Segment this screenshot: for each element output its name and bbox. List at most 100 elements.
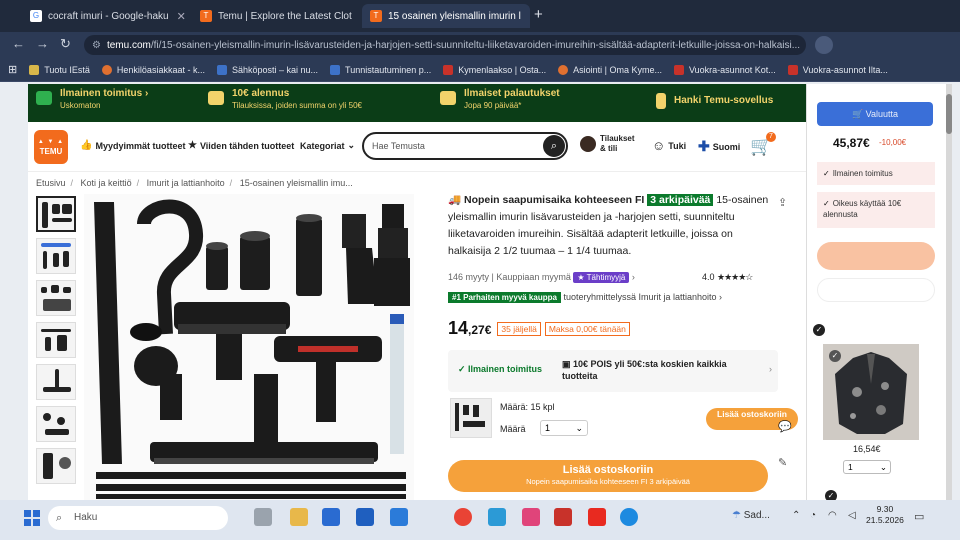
product-thumbnail[interactable] — [36, 280, 76, 316]
shipping-box[interactable]: ✓ Ilmainen toimitus ▣ 10€ POIS yli 50€:s… — [448, 350, 778, 392]
bookmark-item[interactable]: Vuokra-asunnot Kot... — [674, 64, 776, 75]
page-scrollbar[interactable] — [946, 84, 952, 500]
promo-returns[interactable]: Ilmaiset palautukset Jopa 90 päivää* — [440, 88, 560, 110]
breadcrumb-item[interactable]: Imurit ja lattianhoito — [147, 178, 225, 188]
rating[interactable]: 4.0 ★★★★☆ — [702, 272, 753, 283]
product-thumbnail[interactable] — [36, 406, 76, 442]
coupon-icon — [208, 91, 224, 105]
pay-later-badge[interactable]: Maksa 0,00€ tänään — [544, 321, 630, 336]
bookmark-item[interactable]: Kymenlaakso | Osta... — [443, 64, 546, 75]
url-bar[interactable]: ⚙ temu.com/fi/15-osainen-yleismallin-imu… — [84, 35, 806, 55]
weather-widget[interactable]: ☂ Sad... — [732, 510, 770, 521]
quantity-select[interactable]: 1 ⌄ — [540, 420, 588, 436]
add-to-cart-button[interactable]: Lisää ostoskoriin Nopein saapumisaika ko… — [448, 460, 768, 492]
checkout-button[interactable] — [817, 242, 935, 270]
add-to-cart-label: Lisää ostoskoriin — [562, 464, 654, 476]
chevron-up-icon[interactable]: ⌃ — [792, 510, 800, 521]
best-sellers-link[interactable]: 👍 Myydyimmät tuotteet — [80, 140, 185, 151]
chat-icon[interactable]: 💬 — [778, 420, 792, 433]
go-to-cart-button[interactable]: 🛒 Valuutta — [817, 102, 933, 126]
wifi-icon[interactable]: ◠ — [828, 510, 837, 521]
cart-info-shipping: ✓ Ilmainen toimitus — [817, 162, 935, 185]
store-icon[interactable] — [322, 508, 340, 526]
edit-icon[interactable]: ✎ — [778, 456, 787, 469]
cart-item-image[interactable]: ✓ — [823, 344, 919, 440]
discount-label: ▣ 10€ POIS yli 50€:sta koskien kaikkia t… — [562, 359, 727, 381]
task-view-icon[interactable] — [254, 508, 272, 526]
cart-count-badge: 7 — [766, 132, 776, 142]
tab-temu-product[interactable]: T 15 osainen yleismallin imurin l ✕ — [362, 4, 530, 28]
rating-value: 4.0 — [702, 272, 715, 282]
bookmark-item[interactable]: Vuokra-asunnot Ilta... — [787, 64, 888, 75]
close-icon[interactable]: ✕ — [529, 10, 530, 23]
reload-icon[interactable]: ↻ — [60, 36, 71, 52]
categories-menu[interactable]: Kategoriat ⌄ — [300, 140, 355, 151]
forward-arrow-icon[interactable]: → — [36, 36, 49, 51]
seller-label[interactable]: Kauppiaan myymä — [496, 272, 571, 282]
new-tab-button[interactable]: + — [534, 6, 543, 23]
cart-item-quantity-select[interactable]: 1 ⌄ — [843, 460, 891, 474]
volume-icon[interactable]: ◁ — [848, 510, 856, 521]
search-input[interactable]: Hae Temusta ⌕ — [362, 132, 568, 160]
slack-icon[interactable] — [522, 508, 540, 526]
bookmark-label: Vuokra-asunnot Ilta... — [802, 64, 888, 75]
breadcrumb-item[interactable]: Etusivu — [36, 178, 66, 188]
amount-label: Määrä: 15 kpl — [500, 402, 555, 412]
promo-app[interactable]: Hanki Temu-sovellus — [656, 93, 773, 109]
rank-row[interactable]: #1 Parhaiten myyvä kauppa tuoteryhmittel… — [448, 292, 722, 303]
chrome-icon[interactable] — [454, 508, 472, 526]
avatar — [580, 136, 596, 152]
bank-icon — [101, 64, 112, 75]
search-icon[interactable]: ⌕ — [543, 135, 565, 157]
product-thumbnail[interactable] — [36, 448, 76, 484]
tab-google[interactable]: G cocraft imuri - Google-haku ✕ — [22, 4, 190, 28]
promo-discount[interactable]: 10€ alennus Tilauksissa, joiden summa on … — [208, 88, 362, 110]
bookmark-item[interactable]: Tunnistautuminen p... — [330, 64, 431, 75]
taskbar-search-label: Haku — [74, 512, 98, 523]
bookmark-item[interactable]: Sähköposti – kai nu... — [216, 64, 318, 75]
bookmark-item[interactable]: Asiointi | Oma Kyme... — [558, 64, 662, 75]
app-icon[interactable] — [554, 508, 572, 526]
outlook-icon[interactable] — [356, 508, 374, 526]
five-star-link[interactable]: ★ Viiden tähden tuotteet — [188, 140, 294, 151]
back-arrow-icon[interactable]: ← — [12, 36, 25, 51]
bookmark-item[interactable]: Tuotu IEstä — [29, 64, 90, 75]
profile-avatar[interactable] — [815, 36, 833, 54]
stock-badge: 35 jäljellä — [497, 321, 541, 336]
photos-icon[interactable] — [488, 508, 506, 526]
variant-thumbnail[interactable] — [450, 398, 492, 438]
chevron-down-icon: ⌄ — [347, 140, 356, 150]
breadcrumb-item[interactable]: Koti ja keittiö — [81, 178, 132, 188]
edge-icon[interactable] — [620, 508, 638, 526]
product-thumbnail[interactable] — [36, 322, 76, 358]
site-info-icon[interactable]: ⚙ — [92, 40, 101, 51]
promo-free-shipping[interactable]: Ilmainen toimitus › Uskomaton — [36, 88, 148, 110]
apps-grid-icon[interactable]: ⊞ — [8, 63, 17, 76]
tab-temu-explore[interactable]: T Temu | Explore the Latest Clot ✕ — [192, 4, 360, 28]
star-seller-badge[interactable]: ★ Tähtimyyjä — [573, 272, 630, 283]
taskbar-search[interactable]: ⌕ Haku — [48, 506, 228, 530]
close-icon[interactable]: ✕ — [177, 10, 186, 23]
product-thumbnail[interactable] — [36, 238, 76, 274]
word-icon[interactable] — [390, 508, 408, 526]
chevron-down-icon: ⌄ — [575, 423, 583, 433]
secondary-button[interactable] — [817, 278, 935, 302]
windows-start-icon[interactable] — [24, 510, 40, 526]
bookmark-item[interactable]: Henkilöasiakkaat - k... — [101, 64, 205, 75]
support-link[interactable]: ☺ Tuki — [652, 138, 686, 153]
product-thumbnail[interactable] — [36, 196, 76, 232]
share-icon[interactable]: ⇪ — [778, 196, 787, 209]
taskbar-clock[interactable]: 9.30 21.5.2026 — [866, 504, 904, 526]
language-selector[interactable]: ✚ Suomi — [698, 138, 740, 155]
product-thumbnail[interactable] — [36, 364, 76, 400]
youtube-icon[interactable] — [588, 508, 606, 526]
return-icon — [440, 91, 456, 105]
temu-logo[interactable]: ▲ ▼ ▲ TEMU — [34, 130, 68, 164]
notification-icon[interactable]: ▭ — [914, 510, 924, 523]
item-checkbox[interactable]: ✓ — [813, 324, 825, 336]
product-image[interactable] — [84, 194, 414, 500]
file-explorer-icon[interactable] — [290, 508, 308, 526]
network-icon[interactable]: ◔ — [810, 510, 816, 521]
account-link[interactable]: Tilaukset & tili — [580, 134, 640, 154]
scrollbar-thumb[interactable] — [946, 94, 952, 134]
